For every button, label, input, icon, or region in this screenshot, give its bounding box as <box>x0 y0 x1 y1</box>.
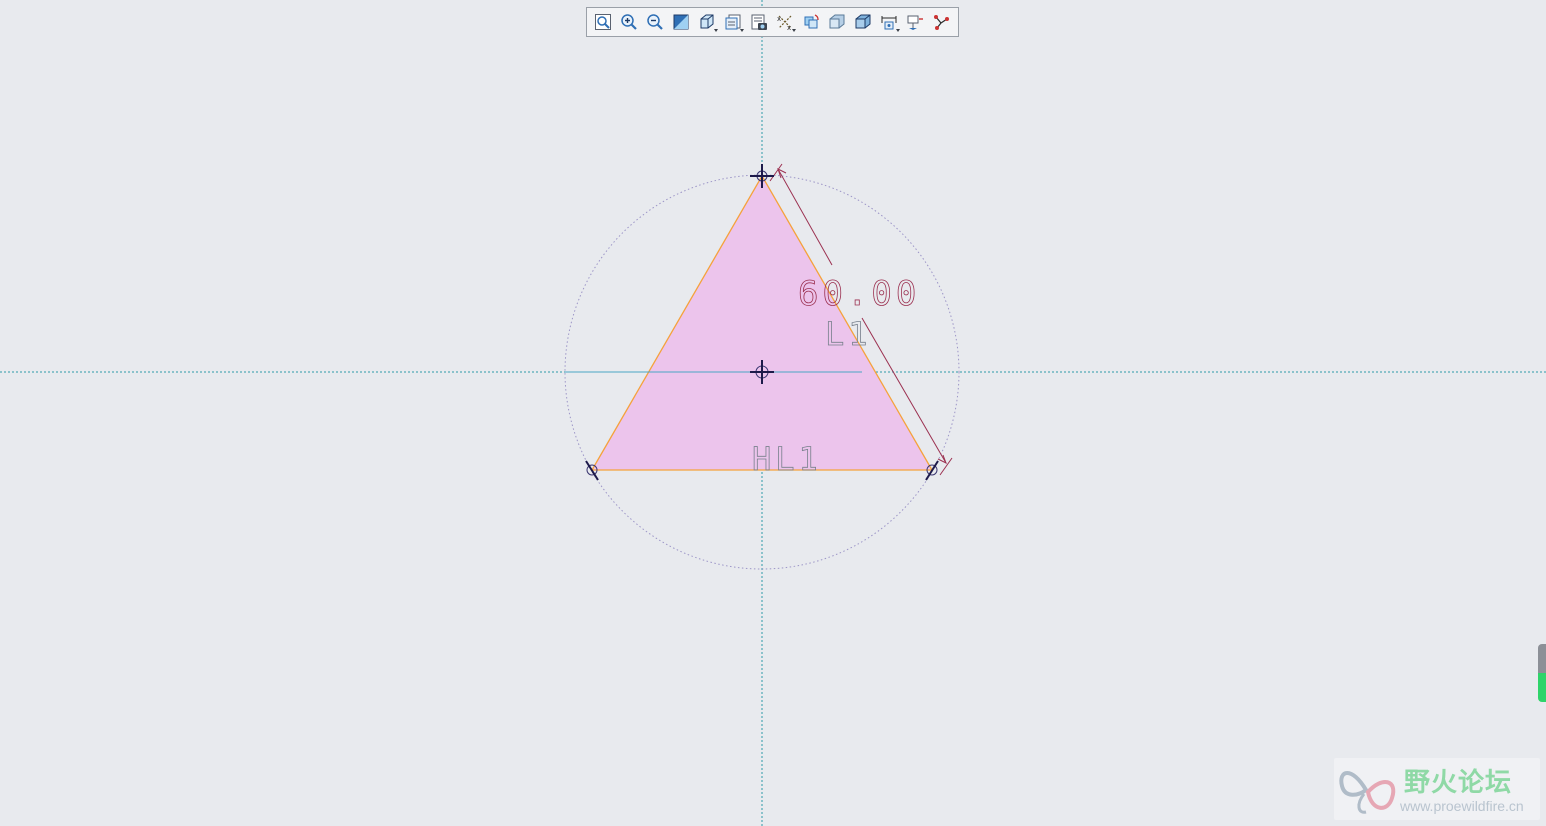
rotate-center-icon <box>804 14 819 29</box>
constraint-label-side: L1 <box>825 315 872 353</box>
saved-views-button[interactable] <box>721 10 745 34</box>
watermark-url: www.proewildfire.cn <box>1400 798 1524 814</box>
shading-edges-icon <box>855 14 871 29</box>
constraint-display-button[interactable] <box>929 10 953 34</box>
rotate-center-button[interactable] <box>799 10 823 34</box>
svg-text:x: x <box>787 24 791 31</box>
side-panel-handle[interactable] <box>1538 644 1546 702</box>
shading-button[interactable] <box>825 10 849 34</box>
watermark-title: 野火论坛 <box>1404 768 1513 798</box>
display-dimensions-button[interactable] <box>877 10 901 34</box>
constraint-display-icon <box>934 15 949 30</box>
view-manager-icon <box>751 14 767 30</box>
view-manager-button[interactable] <box>747 10 771 34</box>
svg-text:x: x <box>777 15 781 23</box>
refit-button[interactable] <box>591 10 615 34</box>
zoom-out-icon <box>647 14 663 30</box>
zoom-in-icon <box>621 14 637 30</box>
shading-icon <box>829 14 845 29</box>
sketch-orientation-button[interactable] <box>903 10 927 34</box>
sketch-canvas[interactable]: 60.00 L1 HL1 <box>0 0 1546 826</box>
display-style-button[interactable] <box>695 10 719 34</box>
sketch-orientation-icon <box>907 15 923 30</box>
view-toolbar: xx <box>586 7 959 37</box>
triangle-sketch[interactable] <box>590 174 934 471</box>
constraint-label-base: HL1 <box>752 440 822 478</box>
forum-watermark: 野火论坛 www.proewildfire.cn <box>1334 758 1540 820</box>
vertex-top-marker[interactable] <box>750 164 774 188</box>
zoom-out-button[interactable] <box>643 10 667 34</box>
datum-display-button[interactable]: xx <box>773 10 797 34</box>
repaint-icon <box>673 14 689 30</box>
sketch-viewport[interactable]: 60.00 L1 HL1 x x 野火论坛 www.proewildfire.c… <box>0 0 1546 826</box>
shading-edges-button[interactable] <box>851 10 875 34</box>
zoom-in-button[interactable] <box>617 10 641 34</box>
refit-icon <box>595 14 611 30</box>
butterfly-logo-icon <box>1339 771 1396 814</box>
dimension-value[interactable]: 60.00 <box>798 274 920 315</box>
repaint-button[interactable] <box>669 10 693 34</box>
